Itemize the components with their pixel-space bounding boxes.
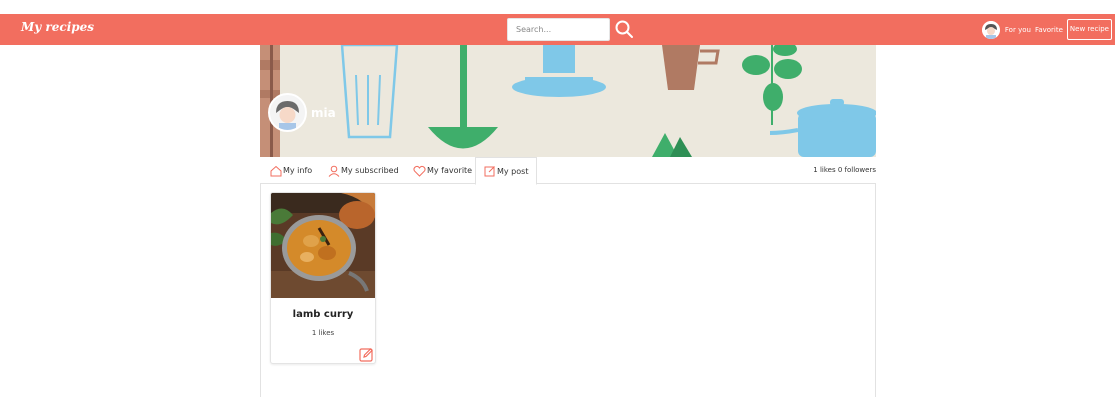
posts-panel: lamb curry 1 likes (260, 184, 876, 397)
heart-icon (413, 165, 426, 177)
tab-label: My post (497, 166, 529, 176)
recipe-card[interactable]: lamb curry 1 likes (270, 192, 376, 364)
top-navbar: My recipes For you Favorite New recipe (0, 14, 1115, 45)
avatar-face-icon (270, 95, 305, 130)
profile-tabs: My info My subscribed My favorite My pos… (260, 157, 876, 185)
nav-favorite[interactable]: Favorite (1035, 26, 1063, 34)
edit-icon[interactable] (359, 347, 374, 362)
profile-avatar[interactable] (268, 93, 307, 132)
nav-right-group: For you Favorite New recipe (981, 18, 1112, 41)
profile-name: mia (311, 106, 336, 120)
curry-photo (271, 193, 375, 298)
new-recipe-button[interactable]: New recipe (1066, 19, 1112, 40)
avatar-face-icon (981, 20, 1000, 39)
tab-label: My favorite (427, 166, 473, 175)
kitchen-illustration (260, 45, 876, 157)
recipe-likes: 1 likes (311, 329, 335, 337)
tab-my-info[interactable]: My info (270, 157, 312, 184)
tab-my-post[interactable]: My post (475, 157, 538, 185)
home-icon (270, 165, 282, 176)
tab-my-favorite[interactable]: My favorite (413, 157, 472, 184)
tab-label: My info (283, 166, 313, 175)
user-avatar[interactable] (981, 20, 1000, 39)
brand-logo[interactable]: My recipes (21, 20, 94, 34)
nav-for-you[interactable]: For you (1005, 26, 1031, 34)
edit-icon (484, 166, 495, 177)
search-input[interactable] (507, 18, 610, 41)
tab-label: My subscribed (341, 166, 399, 175)
recipe-title: lamb curry (292, 309, 354, 320)
profile-stats: 1 likes 0 followers (813, 166, 876, 174)
profile-banner (260, 45, 876, 157)
tab-my-subscribed[interactable]: My subscribed (328, 157, 399, 184)
recipe-image (271, 193, 375, 298)
search-icon[interactable] (614, 19, 634, 39)
user-icon (328, 165, 340, 177)
